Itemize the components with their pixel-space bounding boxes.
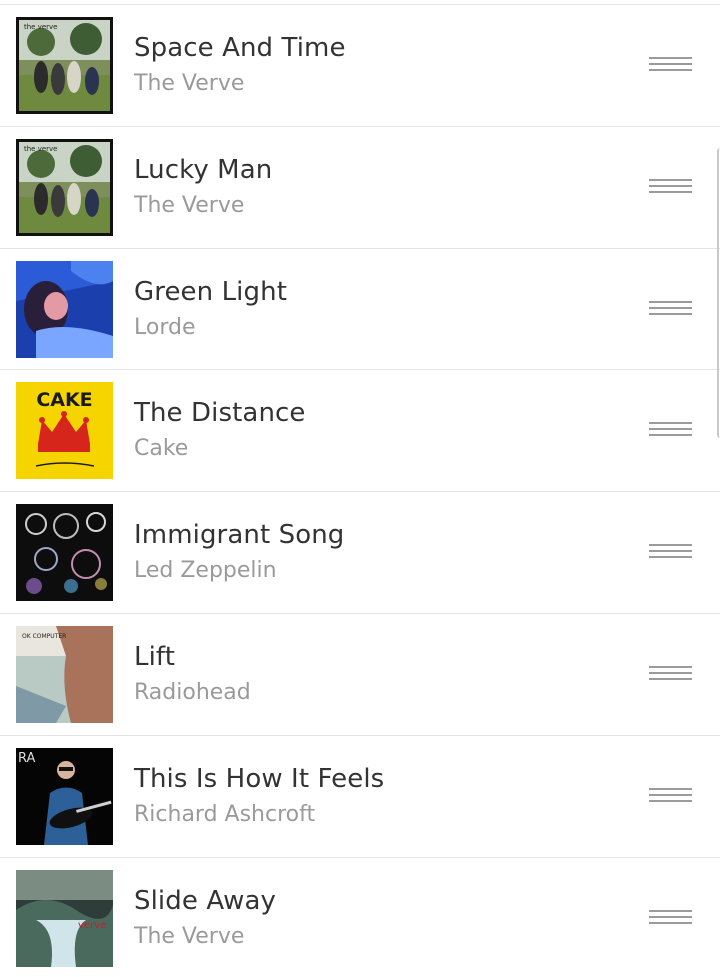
track-title: Green Light	[134, 276, 287, 307]
track-artist: The Verve	[134, 192, 245, 218]
track-artist: Richard Ashcroft	[134, 801, 316, 827]
cover-lettering: verve	[78, 920, 106, 931]
album-cover	[16, 504, 113, 602]
cover-lettering: CAKE	[36, 389, 92, 411]
drag-handle-icon[interactable]	[649, 300, 692, 321]
cover-lettering: RA	[18, 751, 36, 766]
track-row[interactable]: CAKE The Distance Cake	[0, 370, 720, 493]
track-artist: Cake	[134, 436, 189, 462]
drag-handle-icon[interactable]	[649, 57, 692, 77]
track-title: The Distance	[134, 398, 306, 429]
album-cover: the verve	[16, 17, 113, 114]
track-title: Lift	[134, 641, 175, 672]
album-cover: verve	[16, 869, 113, 967]
track-artist: Led Zeppelin	[134, 558, 277, 584]
track-row[interactable]: the verve Lucky Man The Verve	[0, 127, 720, 249]
track-row[interactable]: Immigrant Song Led Zeppelin	[0, 492, 720, 614]
track-title: Lucky Man	[134, 154, 273, 185]
track-artist: Lorde	[134, 314, 196, 340]
album-cover: CAKE	[16, 382, 113, 480]
drag-handle-icon[interactable]	[649, 178, 692, 199]
drag-handle-icon[interactable]	[649, 544, 692, 564]
album-cover: RA	[16, 747, 113, 845]
track-row[interactable]: verve Slide Away The Verve	[0, 858, 720, 977]
track-title: This Is How It Feels	[134, 763, 385, 794]
track-title: Immigrant Song	[134, 520, 345, 551]
track-title: Space And Time	[134, 33, 346, 63]
track-row[interactable]: OK COMPUTER Lift Radiohead	[0, 614, 720, 736]
track-row[interactable]: Green Light Lorde	[0, 249, 720, 371]
track-row[interactable]: the verve Space And Time The Verve	[0, 5, 720, 127]
cover-lettering: the verve	[24, 23, 58, 31]
track-artist: The Verve	[134, 923, 245, 949]
album-cover: OK COMPUTER	[16, 625, 113, 723]
drag-handle-icon[interactable]	[649, 909, 692, 930]
track-artist: The Verve	[134, 71, 245, 96]
track-artist: Radiohead	[134, 679, 251, 705]
track-row[interactable]: RA This Is How It Feels Richard Ashcroft	[0, 736, 720, 858]
album-cover: the verve	[16, 138, 113, 236]
track-list: the verve Space And Time The Verve the v…	[0, 4, 720, 977]
album-cover	[16, 260, 113, 358]
cover-lettering: OK COMPUTER	[22, 633, 66, 640]
track-title: Slide Away	[134, 885, 277, 916]
drag-handle-icon[interactable]	[649, 787, 692, 808]
drag-handle-icon[interactable]	[649, 422, 692, 442]
drag-handle-icon[interactable]	[649, 665, 692, 686]
cover-lettering: the verve	[24, 145, 58, 153]
